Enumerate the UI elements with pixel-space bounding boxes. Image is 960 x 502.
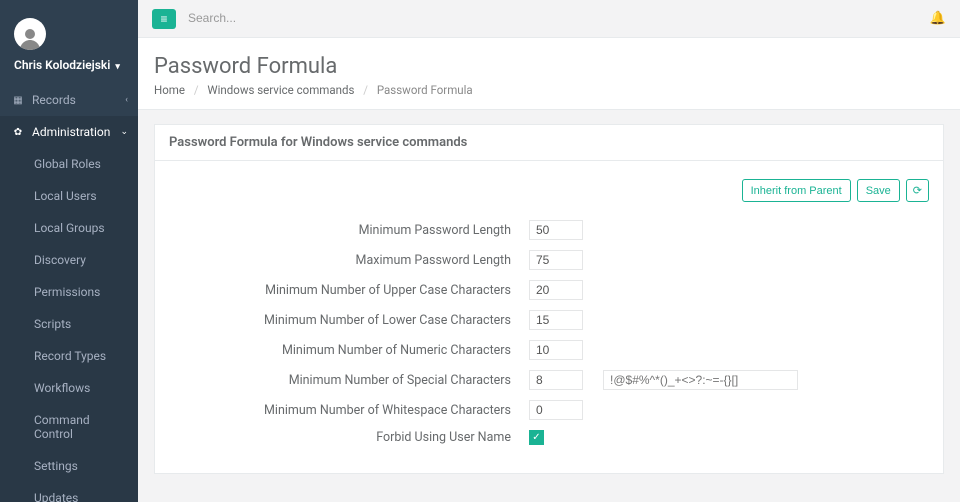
nav-label: Settings [34,459,78,473]
nav-label: Record Types [34,349,106,363]
nav-label: Local Users [34,189,97,203]
toolbar: Inherit from Parent Save ⟳ [169,179,929,202]
label-min-whitespace: Minimum Number of Whitespace Characters [169,403,529,418]
topbar: ≡ 🔔 [138,0,960,38]
search-box [188,11,930,26]
breadcrumb: Home / Windows service commands / Passwo… [154,83,944,97]
refresh-button[interactable]: ⟳ [906,179,929,202]
nav-label: Permissions [34,285,100,299]
nav-permissions[interactable]: Permissions [0,276,138,308]
notifications-button[interactable]: 🔔 [930,11,946,26]
menu-toggle-button[interactable]: ≡ [152,9,176,29]
row-max-length: Maximum Password Length [169,250,929,270]
nav-updates[interactable]: Updates [0,482,138,502]
nav-label: Administration [32,125,110,139]
nav-records[interactable]: ▦ Records ‹ [0,84,138,116]
row-min-numeric: Minimum Number of Numeric Characters [169,340,929,360]
nav-scripts[interactable]: Scripts [0,308,138,340]
grid-icon: ▦ [12,95,24,106]
row-min-special: Minimum Number of Special Characters [169,370,929,390]
caret-down-icon [113,58,120,72]
label-min-lower: Minimum Number of Lower Case Characters [169,313,529,328]
chevron-left-icon: ‹ [125,95,128,105]
panel-title: Password Formula for Windows service com… [155,125,943,161]
bell-icon: 🔔 [930,11,946,26]
input-min-numeric[interactable] [529,340,583,360]
profile-name[interactable]: Chris Kolodziejski [14,58,124,72]
nav-workflows[interactable]: Workflows [0,372,138,404]
page-title: Password Formula [154,54,944,79]
input-min-special[interactable] [529,370,583,390]
label-min-special: Minimum Number of Special Characters [169,373,529,388]
label-max-length: Maximum Password Length [169,253,529,268]
input-min-length[interactable] [529,220,583,240]
input-min-upper[interactable] [529,280,583,300]
main: ≡ 🔔 Password Formula Home / Windows serv… [138,0,960,502]
content: Password Formula for Windows service com… [138,110,960,502]
sidebar: Chris Kolodziejski ▦ Records ‹ ✿ Adminis… [0,0,138,502]
input-special-chars[interactable] [603,370,798,390]
breadcrumb-sep: / [363,83,368,97]
panel: Password Formula for Windows service com… [154,124,944,474]
nav-label: Workflows [34,381,90,395]
row-min-whitespace: Minimum Number of Whitespace Characters [169,400,929,420]
breadcrumb-home[interactable]: Home [154,83,185,97]
label-min-length: Minimum Password Length [169,223,529,238]
input-min-whitespace[interactable] [529,400,583,420]
breadcrumb-sep: / [194,83,199,97]
user-name: Chris Kolodziejski [14,58,110,72]
nav-label: Local Groups [34,221,105,235]
label-min-numeric: Minimum Number of Numeric Characters [169,343,529,358]
avatar [14,18,46,50]
label-forbid-username: Forbid Using User Name [169,430,529,445]
nav-label: Updates [34,491,78,502]
nav-label: Command Control [34,413,126,441]
page-header: Password Formula Home / Windows service … [138,38,960,110]
nav-discovery[interactable]: Discovery [0,244,138,276]
nav-local-groups[interactable]: Local Groups [0,212,138,244]
breadcrumb-parent[interactable]: Windows service commands [207,83,354,97]
row-min-length: Minimum Password Length [169,220,929,240]
input-max-length[interactable] [529,250,583,270]
nav-command-control[interactable]: Command Control [0,404,138,450]
nav-local-users[interactable]: Local Users [0,180,138,212]
chevron-down-icon: ⌄ [120,127,128,137]
checkbox-forbid-username[interactable]: ✓ [529,430,544,445]
nav-label: Discovery [34,253,86,267]
nav-record-types[interactable]: Record Types [0,340,138,372]
nav-label: Global Roles [34,157,101,171]
nav-settings[interactable]: Settings [0,450,138,482]
check-icon: ✓ [532,432,540,443]
row-min-upper: Minimum Number of Upper Case Characters [169,280,929,300]
input-min-lower[interactable] [529,310,583,330]
nav-administration[interactable]: ✿ Administration ⌄ [0,116,138,148]
row-forbid-username: Forbid Using User Name ✓ [169,430,929,445]
hamburger-icon: ≡ [160,12,167,26]
nav-admin-submenu: Global Roles Local Users Local Groups Di… [0,148,138,502]
label-min-upper: Minimum Number of Upper Case Characters [169,283,529,298]
row-min-lower: Minimum Number of Lower Case Characters [169,310,929,330]
profile-block: Chris Kolodziejski [0,0,138,84]
panel-body: Inherit from Parent Save ⟳ Minimum Passw… [155,161,943,473]
nav-global-roles[interactable]: Global Roles [0,148,138,180]
inherit-from-parent-button[interactable]: Inherit from Parent [742,179,851,202]
nav-label: Records [32,93,76,107]
nav-label: Scripts [34,317,71,331]
refresh-icon: ⟳ [913,185,922,197]
search-input[interactable] [188,11,388,25]
save-button[interactable]: Save [857,179,900,202]
breadcrumb-current: Password Formula [377,83,473,97]
gear-icon: ✿ [12,127,24,138]
